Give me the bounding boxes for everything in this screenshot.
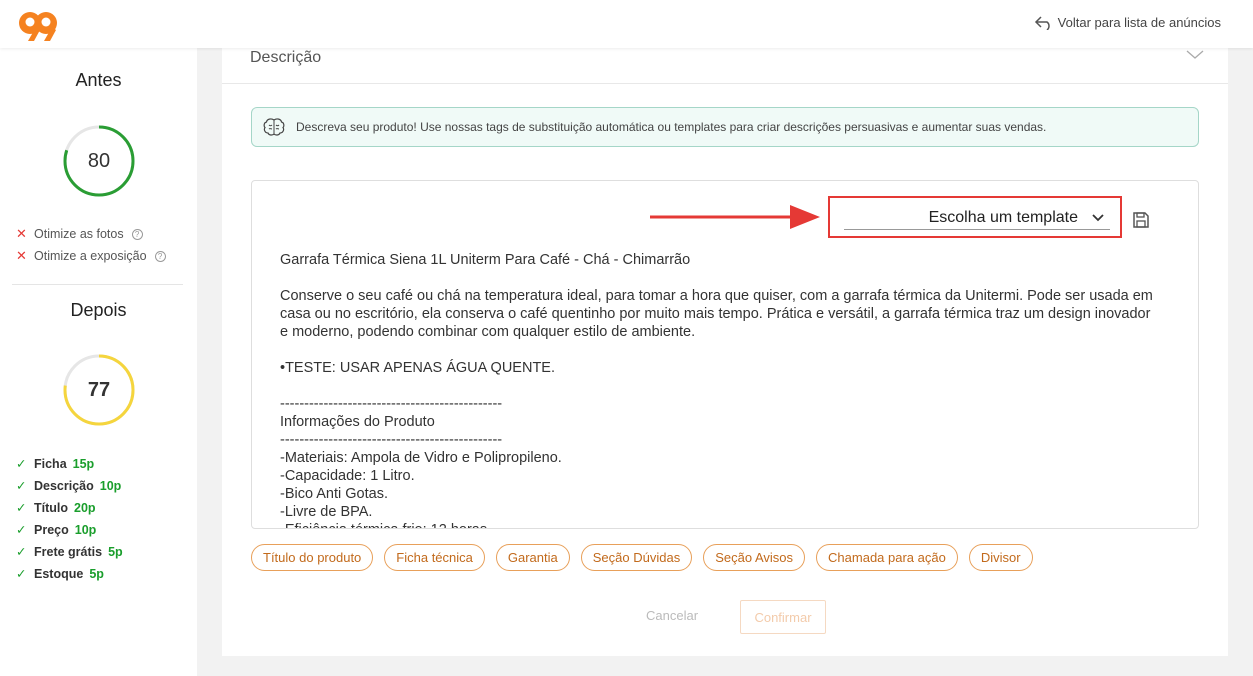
error-x-icon: ✕ bbox=[16, 226, 27, 241]
cancel-button[interactable]: Cancelar bbox=[646, 608, 698, 623]
desc-feature: -Bico Anti Gotas. bbox=[280, 486, 388, 502]
desc-feature: -Livre de BPA. bbox=[280, 504, 373, 520]
desc-paragraph: Conserve o seu café ou chá na temperatur… bbox=[280, 288, 1153, 340]
panel-title: Descrição bbox=[250, 49, 322, 66]
chevron-down-icon bbox=[1092, 213, 1104, 221]
check-item: ✓ Preço 10p bbox=[16, 522, 97, 538]
info-text: Descreva seu produto! Use nossas tags de… bbox=[296, 120, 1047, 134]
after-score-gauge: 77 bbox=[61, 352, 137, 428]
tip-optimize-photos: ✕ Otimize as fotos ? bbox=[16, 226, 143, 242]
desc-title-line: Garrafa Térmica Siena 1L Uniterm Para Ca… bbox=[280, 252, 691, 268]
back-to-list-link[interactable]: Voltar para lista de anúncios bbox=[1034, 14, 1221, 30]
back-arrow-icon bbox=[1034, 16, 1050, 30]
desc-separator: ----------------------------------------… bbox=[280, 432, 503, 448]
check-icon: ✓ bbox=[16, 523, 27, 537]
tag-faq-section-button[interactable]: Seção Dúvidas bbox=[580, 544, 693, 571]
tag-call-to-action-button[interactable]: Chamada para ação bbox=[816, 544, 958, 571]
red-arrow-icon bbox=[650, 205, 820, 229]
template-select[interactable]: Escolha um template bbox=[844, 206, 1110, 230]
desc-info-title: Informações do Produto bbox=[280, 414, 435, 430]
desc-separator: ----------------------------------------… bbox=[280, 396, 503, 412]
check-item: ✓ Frete grátis 5p bbox=[16, 544, 123, 560]
check-item: ✓ Título 20p bbox=[16, 500, 96, 516]
check-label: Estoque bbox=[34, 566, 84, 581]
check-item: ✓ Descrição 10p bbox=[16, 478, 122, 494]
tip-optimize-exposure: ✕ Otimize a exposição ? bbox=[16, 248, 166, 264]
check-item: ✓ Ficha 15p bbox=[16, 456, 95, 472]
desc-feature: -Capacidade: 1 Litro. bbox=[280, 468, 415, 484]
tag-tech-sheet-button[interactable]: Ficha técnica bbox=[384, 544, 485, 571]
check-points: 20p bbox=[74, 500, 96, 515]
check-label: Ficha bbox=[34, 456, 67, 471]
after-score-value: 77 bbox=[87, 378, 111, 401]
check-label: Descrição bbox=[34, 478, 94, 493]
desc-feature: -Materiais: Ampola de Vidro e Polipropil… bbox=[280, 450, 562, 466]
tag-product-title-button[interactable]: Título do produto bbox=[251, 544, 374, 571]
back-link-label: Voltar para lista de anúncios bbox=[1057, 14, 1221, 30]
panel-header[interactable]: Descrição bbox=[222, 48, 1228, 84]
brand-logo-icon[interactable] bbox=[18, 10, 58, 42]
tag-notices-section-button[interactable]: Seção Avisos bbox=[703, 544, 806, 571]
top-bar: Voltar para lista de anúncios bbox=[0, 0, 1253, 48]
info-banner: Descreva seu produto! Use nossas tags de… bbox=[251, 107, 1199, 147]
check-icon: ✓ bbox=[16, 457, 27, 471]
check-points: 5p bbox=[108, 544, 123, 559]
chevron-up-icon[interactable] bbox=[1186, 50, 1204, 60]
check-icon: ✓ bbox=[16, 501, 27, 515]
tip-label: Otimize a exposição bbox=[34, 249, 147, 263]
help-icon[interactable]: ? bbox=[131, 228, 143, 240]
save-icon[interactable] bbox=[1132, 211, 1150, 229]
brain-icon bbox=[263, 118, 285, 136]
tag-warranty-button[interactable]: Garantia bbox=[495, 544, 570, 571]
editor-content[interactable]: Garrafa Térmica Siena 1L Uniterm Para Ca… bbox=[280, 251, 1160, 528]
confirm-button[interactable]: Confirmar bbox=[740, 600, 826, 634]
error-x-icon: ✕ bbox=[16, 248, 27, 263]
check-label: Preço bbox=[34, 522, 69, 537]
check-icon: ✓ bbox=[16, 545, 27, 559]
check-points: 5p bbox=[89, 566, 104, 581]
desc-test-line: •TESTE: USAR APENAS ÁGUA QUENTE. bbox=[280, 360, 556, 376]
check-item: ✓ Estoque 5p bbox=[16, 566, 104, 582]
tag-buttons: Título do produto Ficha técnica Garantia… bbox=[251, 544, 1033, 571]
before-score-gauge: 80 bbox=[61, 123, 137, 199]
template-highlight-box: Escolha um template bbox=[828, 196, 1122, 238]
description-editor[interactable]: Escolha um template Garrafa Térmica Sien… bbox=[251, 180, 1199, 529]
after-title: Depois bbox=[70, 300, 127, 320]
before-title: Antes bbox=[75, 70, 122, 90]
desc-feature: -Eficiência térmica frio: 12 horas. bbox=[280, 521, 1160, 528]
tag-divider-button[interactable]: Divisor bbox=[968, 544, 1033, 571]
check-label: Título bbox=[34, 500, 69, 515]
help-icon[interactable]: ? bbox=[154, 250, 166, 262]
check-points: 10p bbox=[99, 478, 122, 493]
score-sidebar: Antes 80 ✕ Otimize as fotos ? ✕ Otimize … bbox=[0, 48, 197, 676]
check-label: Frete grátis bbox=[34, 544, 103, 559]
check-icon: ✓ bbox=[16, 479, 27, 493]
description-panel: Descrição Descreva seu produto! Use noss… bbox=[222, 48, 1228, 656]
check-icon: ✓ bbox=[16, 567, 27, 581]
before-score-value: 80 bbox=[87, 149, 111, 172]
check-points: 15p bbox=[72, 456, 95, 471]
tip-label: Otimize as fotos bbox=[34, 227, 124, 241]
sidebar-divider bbox=[12, 284, 183, 285]
template-select-label: Escolha um template bbox=[928, 208, 1078, 226]
check-points: 10p bbox=[74, 522, 97, 537]
